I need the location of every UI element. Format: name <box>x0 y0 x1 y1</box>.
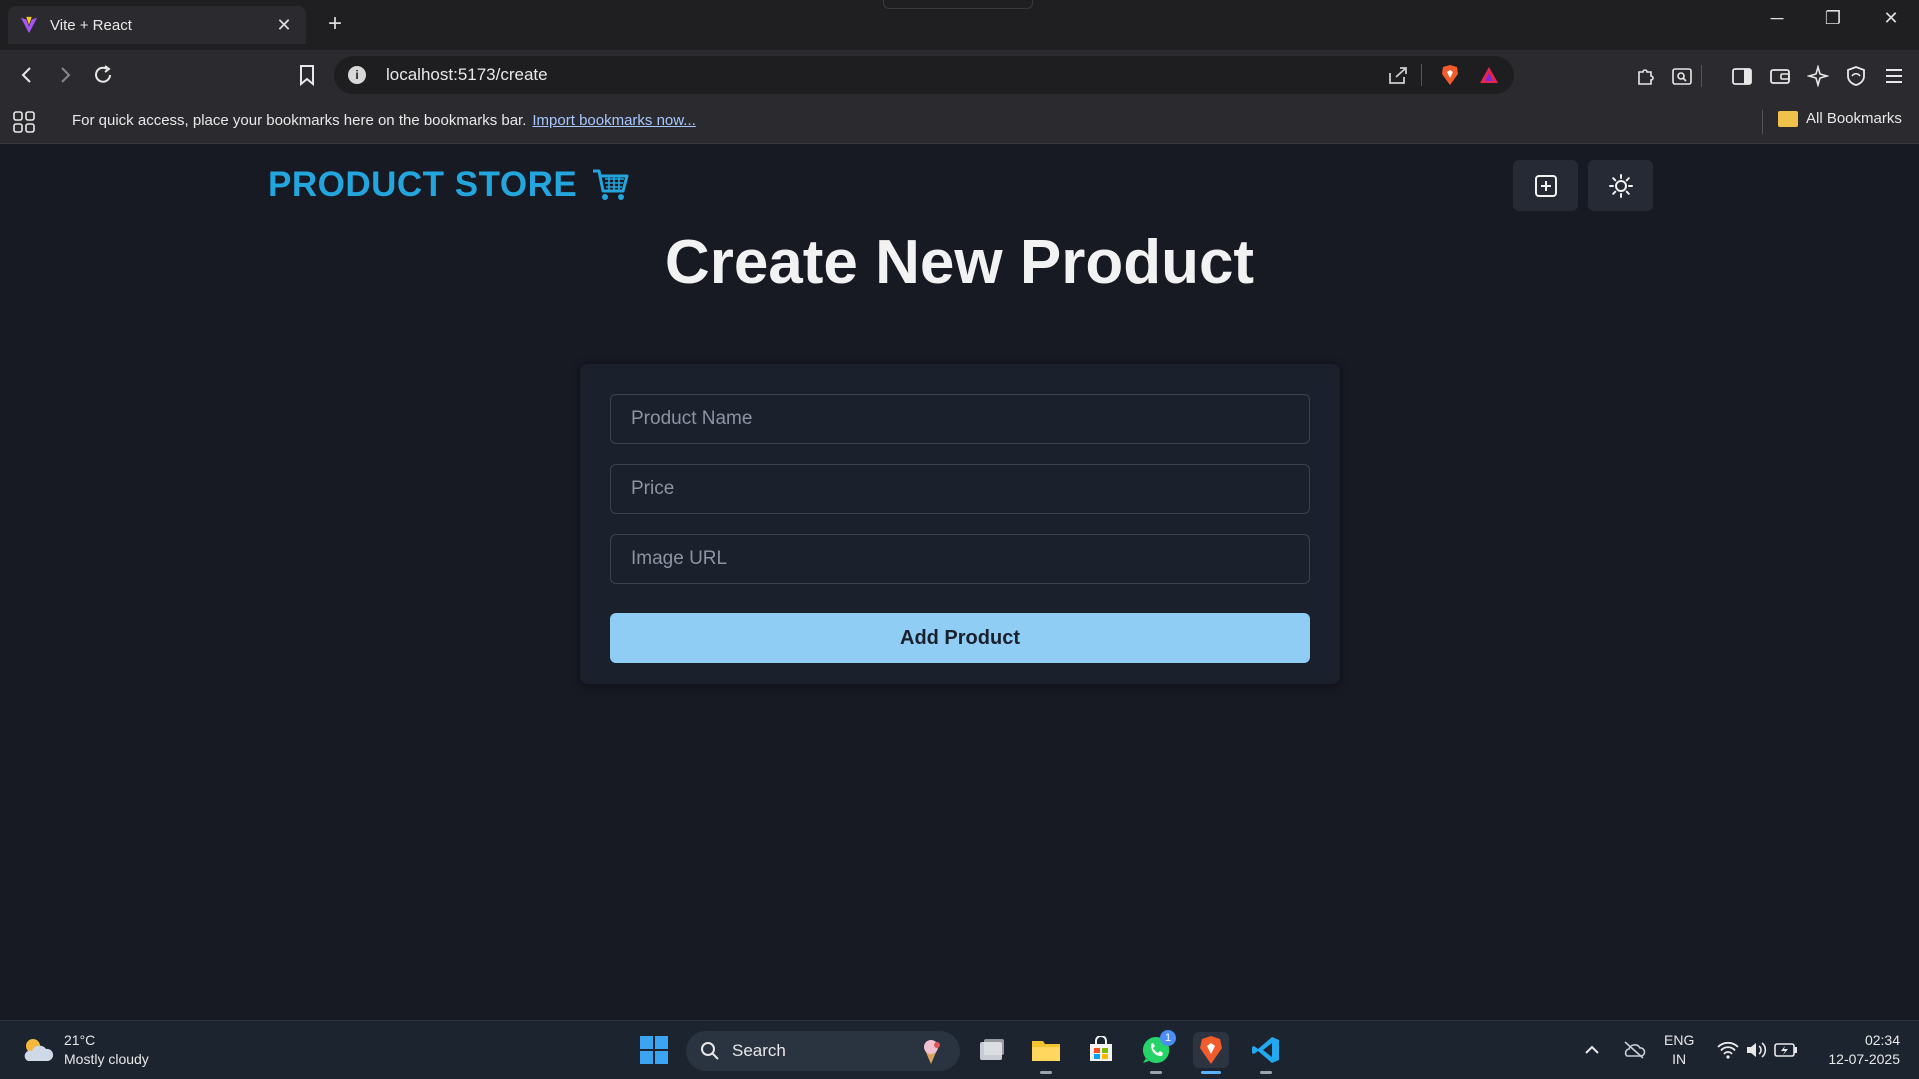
weather-widget[interactable]: 21°C Mostly cloudy <box>20 1031 149 1069</box>
price-input[interactable] <box>610 464 1310 514</box>
weather-condition: Mostly cloudy <box>64 1051 149 1067</box>
import-bookmarks-link[interactable]: Import bookmarks now... <box>532 112 695 129</box>
windows-start-icon[interactable] <box>636 1032 672 1068</box>
language-region: IN <box>1672 1051 1687 1067</box>
bookmarks-prompt-text: For quick access, place your bookmarks h… <box>72 112 527 129</box>
browser-tab-bar: Vite + React ✕ + ─ ❐ ✕ <box>0 0 1919 50</box>
running-indicator <box>1260 1071 1272 1074</box>
microsoft-store-icon[interactable] <box>1083 1032 1119 1068</box>
share-icon[interactable] <box>1387 65 1409 85</box>
running-indicator <box>1150 1071 1162 1074</box>
url-text[interactable]: localhost:5173/create <box>386 65 1369 85</box>
wallet-icon[interactable] <box>1766 62 1794 90</box>
extensions-icon[interactable] <box>1632 62 1660 90</box>
window-grab-handle[interactable] <box>883 0 1033 9</box>
plus-square-icon <box>1534 174 1557 197</box>
create-product-form: Add Product <box>580 364 1340 684</box>
clock-date: 12-07-2025 <box>1828 1051 1900 1067</box>
tab-title: Vite + React <box>50 16 132 34</box>
battery-icon[interactable] <box>1768 1032 1804 1068</box>
window-close-icon[interactable]: ✕ <box>1871 8 1911 29</box>
menu-icon[interactable] <box>1880 62 1908 90</box>
bookmarks-divider <box>1762 110 1763 134</box>
brand-text: PRODUCT STORE <box>268 165 578 204</box>
site-info-icon[interactable]: i <box>348 66 366 84</box>
language-code: ENG <box>1664 1032 1695 1048</box>
active-indicator <box>1201 1071 1221 1074</box>
theme-toggle-button[interactable] <box>1588 160 1653 211</box>
restore-icon[interactable]: ❐ <box>1813 8 1853 29</box>
ice-cream-icon <box>924 1040 940 1064</box>
sun-icon <box>1608 173 1633 198</box>
new-tab-icon[interactable]: + <box>320 10 350 38</box>
os-taskbar: 21°C Mostly cloudy Search 1 ENG IN 02:34… <box>0 1020 1919 1079</box>
system-clock[interactable]: 02:34 12-07-2025 <box>1816 1031 1900 1069</box>
add-product-button[interactable]: Add Product <box>610 613 1310 663</box>
whatsapp-notification-badge: 1 <box>1160 1030 1176 1046</box>
apps-grid-icon[interactable] <box>12 110 36 139</box>
whatsapp-icon[interactable]: 1 <box>1138 1030 1176 1074</box>
forward-icon[interactable] <box>50 60 80 90</box>
vscode-icon[interactable] <box>1248 1032 1284 1074</box>
tab-search-icon[interactable] <box>1668 62 1696 90</box>
brave-browser-icon[interactable] <box>1193 1032 1229 1074</box>
brand-logo[interactable]: PRODUCT STORE <box>268 165 629 205</box>
weather-temperature: 21°C <box>64 1032 96 1048</box>
shopping-cart-icon <box>593 169 629 200</box>
bookmarks-prompt: For quick access, place your bookmarks h… <box>72 112 696 129</box>
onedrive-offline-icon[interactable] <box>1616 1032 1652 1068</box>
folder-icon <box>1778 110 1798 127</box>
tray-overflow-icon[interactable] <box>1574 1032 1610 1068</box>
close-tab-icon[interactable]: ✕ <box>274 15 294 36</box>
browser-tab[interactable]: Vite + React ✕ <box>8 6 306 44</box>
file-explorer-icon[interactable] <box>1028 1032 1064 1074</box>
bookmark-icon[interactable] <box>292 60 322 90</box>
search-icon <box>701 1042 719 1060</box>
image-url-input[interactable] <box>610 534 1310 584</box>
brave-shields-icon[interactable] <box>1440 64 1460 86</box>
page-content: PRODUCT STORE Create New Product Add Pro… <box>0 145 1919 1020</box>
all-bookmarks-button[interactable]: All Bookmarks <box>1778 110 1902 127</box>
brave-rewards-icon[interactable] <box>1478 65 1500 85</box>
taskbar-search[interactable]: Search <box>686 1031 960 1071</box>
leo-ai-icon[interactable] <box>1804 62 1832 90</box>
back-icon[interactable] <box>12 60 42 90</box>
toolbar-divider <box>1701 65 1702 87</box>
browser-toolbar: i localhost:5173/create <box>0 50 1919 100</box>
sidebar-icon[interactable] <box>1728 62 1756 90</box>
search-label: Search <box>732 1041 786 1060</box>
language-indicator[interactable]: ENG IN <box>1664 1031 1694 1069</box>
page-title: Create New Product <box>664 228 1255 297</box>
running-indicator <box>1040 1071 1052 1074</box>
all-bookmarks-label: All Bookmarks <box>1806 110 1902 127</box>
reload-icon[interactable] <box>88 60 118 90</box>
bookmarks-bar: For quick access, place your bookmarks h… <box>0 100 1919 144</box>
address-divider <box>1421 64 1422 86</box>
partly-cloudy-icon <box>24 1039 54 1061</box>
vite-icon <box>20 16 38 34</box>
product-name-input[interactable] <box>610 394 1310 444</box>
create-product-button[interactable] <box>1513 160 1578 211</box>
clock-time: 02:34 <box>1864 1032 1900 1048</box>
task-view-icon[interactable] <box>974 1032 1010 1068</box>
minimize-icon[interactable]: ─ <box>1757 8 1797 29</box>
address-bar[interactable]: i localhost:5173/create <box>334 56 1514 94</box>
vpn-shield-icon[interactable] <box>1842 62 1870 90</box>
